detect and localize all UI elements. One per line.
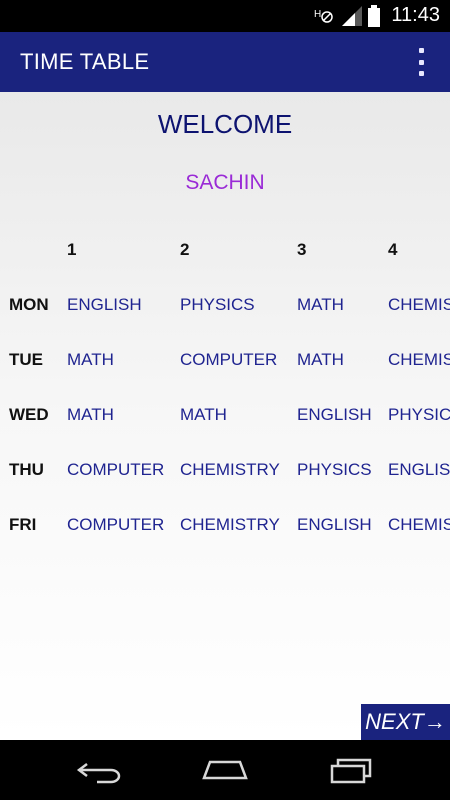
- period-number: 4: [388, 240, 398, 259]
- subject-cell: ENGLISH: [297, 405, 372, 424]
- subject-cell: MATH: [297, 350, 344, 369]
- timetable-header: 1 2 3 4: [0, 240, 450, 264]
- home-icon[interactable]: [200, 754, 250, 786]
- back-icon[interactable]: [75, 754, 125, 786]
- app-bar: TIME TABLE: [0, 32, 450, 92]
- app-title: TIME TABLE: [20, 49, 150, 74]
- status-icons: H: [314, 5, 380, 27]
- no-sim-icon: H: [314, 9, 333, 23]
- day-label: FRI: [9, 515, 37, 534]
- clock: 11:43: [391, 4, 440, 26]
- subject-cell: MATH: [297, 295, 344, 314]
- main-content: WELCOME SACHIN 1 2 3 4 MON ENGLISH PHYSI…: [0, 92, 450, 740]
- day-label: MON: [9, 295, 49, 314]
- subject-cell: COMPUTER: [180, 350, 278, 369]
- subject-cell: ENGLISH: [388, 460, 450, 479]
- overflow-dot: [418, 59, 424, 65]
- timetable-row: THU COMPUTER CHEMISTRY PHYSICS ENGLISH: [0, 460, 450, 484]
- overflow-dot: [418, 48, 424, 53]
- overflow-menu-icon[interactable]: [416, 48, 426, 76]
- navigation-bar: [0, 740, 450, 800]
- subject-cell: MATH: [180, 405, 227, 424]
- subject-cell: CHEMISTRY: [388, 515, 450, 534]
- subject-cell: COMPUTER: [67, 515, 165, 534]
- welcome-heading: WELCOME: [157, 109, 293, 139]
- subject-cell: PHYSICS: [297, 460, 372, 479]
- period-number: 3: [297, 240, 307, 259]
- user-name: SACHIN: [185, 171, 265, 194]
- day-label: TUE: [9, 350, 43, 369]
- recent-apps-icon[interactable]: [326, 754, 376, 786]
- signal-icon: [342, 6, 362, 26]
- day-label: WED: [9, 405, 49, 424]
- timetable-row: MON ENGLISH PHYSICS MATH CHEMISTRY: [0, 295, 450, 319]
- subject-cell: ENGLISH: [67, 295, 142, 314]
- period-number: 2: [180, 240, 190, 259]
- period-number: 1: [67, 240, 77, 259]
- subject-cell: CHEMISTRY: [388, 350, 450, 369]
- timetable-row: WED MATH MATH ENGLISH PHYSICS: [0, 405, 450, 429]
- subject-cell: ENGLISH: [297, 515, 372, 534]
- subject-cell: CHEMISTRY: [388, 295, 450, 314]
- day-label: THU: [9, 460, 44, 479]
- timetable-row: FRI COMPUTER CHEMISTRY ENGLISH CHEMISTRY: [0, 515, 450, 539]
- overflow-dot: [418, 71, 424, 76]
- subject-cell: PHYSICS: [180, 295, 255, 314]
- subject-cell: MATH: [67, 350, 114, 369]
- subject-cell: CHEMISTRY: [180, 515, 280, 534]
- subject-cell: CHEMISTRY: [180, 460, 280, 479]
- subject-cell: PHYSICS: [388, 405, 450, 424]
- status-bar: H 11:43: [0, 0, 450, 32]
- subject-cell: MATH: [67, 405, 114, 424]
- battery-icon: [368, 5, 380, 27]
- timetable-row: TUE MATH COMPUTER MATH CHEMISTRY: [0, 350, 450, 374]
- svg-text:H: H: [314, 9, 321, 20]
- subject-cell: COMPUTER: [67, 460, 165, 479]
- next-button[interactable]: NEXT→: [361, 704, 450, 740]
